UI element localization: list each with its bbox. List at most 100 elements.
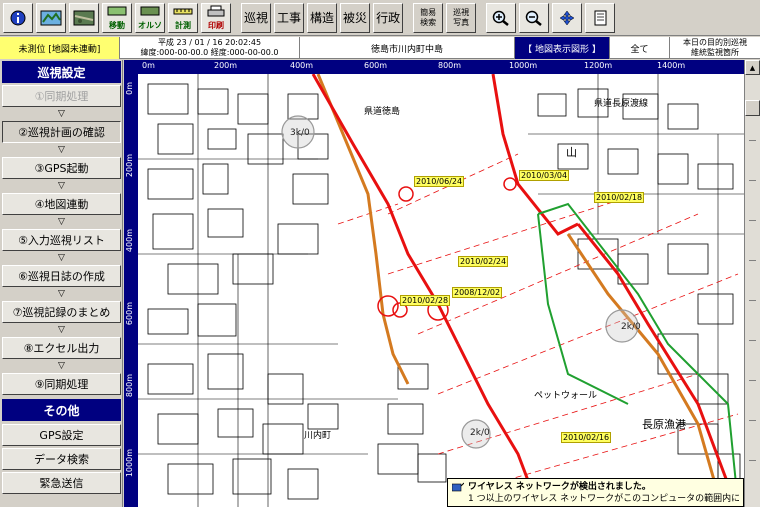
patrol-photo-label-1: 巡視	[453, 7, 470, 17]
date-label[interactable]: 2010/03/04	[519, 170, 570, 181]
sync-process-9-button[interactable]: ⑨同期処理	[2, 373, 121, 395]
map-zoom-slider[interactable]: ▲	[744, 60, 760, 507]
zoom-slider-thumb[interactable]	[745, 100, 760, 116]
ruler-x-label: 600m	[364, 61, 388, 70]
wireless-icon	[452, 482, 464, 492]
section-patrol-settings: 巡視設定	[2, 61, 121, 83]
sidebar: 巡視設定 ①同期処理 ▽ ②巡視計画の確認 ▽ ③GPS起動 ▽ ④地図連動 ▽…	[0, 60, 123, 507]
gps-status: 未測位 [地図未連動]	[0, 37, 120, 59]
measure-label: 計測	[175, 21, 191, 30]
create-patrol-diary-button[interactable]: ⑥巡視日誌の作成	[2, 265, 121, 287]
view-mode-button[interactable]: 【 地図表示図形 】	[515, 37, 610, 59]
gps-start-button[interactable]: ③GPS起動	[2, 157, 121, 179]
construction-button[interactable]: 工事	[274, 2, 305, 33]
flow-arrow: ▽	[58, 361, 65, 371]
measure-button[interactable]: 計測	[168, 2, 198, 33]
info-button[interactable]	[3, 2, 33, 33]
simple-search-label-2: 検索	[420, 17, 437, 27]
move-button[interactable]: 移動	[102, 2, 132, 33]
zoom-out-button[interactable]	[519, 2, 550, 33]
ruler-y-label: 400m	[125, 229, 134, 253]
coordinates: 緯度:000-00-00.0 経度:000-00-00.0	[140, 48, 279, 57]
date-label[interactable]: 2008/12/02	[452, 287, 503, 298]
boundary-line-2	[537, 213, 629, 405]
ortho-icon	[140, 6, 160, 16]
info-icon	[10, 10, 26, 25]
administration-button[interactable]: 行政	[373, 2, 404, 33]
ortho-button[interactable]: オルソ	[135, 2, 165, 33]
aerial-photo-icon	[73, 10, 95, 25]
patrol-button[interactable]: 巡視	[241, 2, 272, 33]
datetime-coords: 平成 23 / 01 / 16 20:02:45 緯度:000-00-00.0 …	[120, 37, 300, 59]
place-label-nagahara-port: 長原漁港	[642, 418, 686, 431]
disaster-button[interactable]: 被災	[340, 2, 371, 33]
ruler-horizontal: 0m 200m 400m 600m 800m 1000m 1200m 1400m	[124, 60, 744, 74]
kilometer-post-label: 2k/0	[621, 322, 641, 332]
input-patrol-list-button[interactable]: ⑤入力巡視リスト	[2, 229, 121, 251]
zoom-in-button[interactable]	[486, 2, 517, 33]
map-roads	[138, 74, 744, 507]
summarize-records-button[interactable]: ⑦巡視記録のまとめ	[2, 301, 121, 323]
ruler-y-label: 0m	[125, 82, 134, 95]
printer-icon	[207, 5, 225, 17]
wireless-notification[interactable]: ワイヤレス ネットワークが検出されました。 1 つ以上のワイヤレス ネットワーク…	[447, 478, 744, 507]
place-label-yama: 山	[566, 146, 577, 159]
move-label: 移動	[109, 21, 125, 30]
section-other: その他	[2, 399, 121, 421]
date-label[interactable]: 2010/02/18	[594, 192, 645, 203]
document-button[interactable]	[585, 2, 616, 33]
print-button[interactable]: 印刷	[201, 2, 231, 33]
map-link-button[interactable]: ④地図連動	[2, 193, 121, 215]
zoom-out-icon	[525, 10, 542, 26]
emergency-send-button[interactable]: 緊急送信	[2, 472, 121, 494]
date-label[interactable]: 2010/02/16	[561, 432, 612, 443]
ruler-x-label: 200m	[214, 61, 238, 70]
place-label-pref-road: 県道徳島	[364, 107, 401, 117]
filter-all-button[interactable]: 全て	[610, 37, 670, 59]
flow-arrow: ▽	[58, 181, 65, 191]
flow-arrow: ▽	[58, 217, 65, 227]
place-label-kawauchi: 川内町	[304, 431, 332, 441]
today-target-label-1: 本日の目的別巡視	[683, 38, 747, 47]
patrol-photo-button[interactable]: 巡視 写真	[446, 2, 477, 33]
zoom-in-icon	[492, 10, 509, 26]
place-label-pref-road-2: 県道長原渡線	[594, 99, 649, 109]
today-target-panel[interactable]: 本日の目的別巡視 維統監視箇所	[670, 37, 760, 59]
ruler-x-label: 1200m	[584, 61, 613, 70]
today-target-label-2: 維統監視箇所	[691, 48, 739, 57]
date-label[interactable]: 2010/02/28	[400, 295, 451, 306]
status-bar: 未測位 [地図未連動] 平成 23 / 01 / 16 20:02:45 緯度:…	[0, 37, 760, 59]
date-label[interactable]: 2010/06/24	[414, 176, 465, 187]
data-search-button[interactable]: データ検索	[2, 448, 121, 470]
ruler-y-label: 1000m	[125, 449, 134, 478]
map-canvas[interactable]	[138, 74, 744, 507]
place-label-pet-wall: ペットウォール	[534, 391, 598, 401]
address-display: 徳島市川内町中島	[300, 37, 515, 59]
gps-settings-button[interactable]: GPS設定	[2, 424, 121, 446]
datetime: 平成 23 / 01 / 16 20:02:45	[157, 38, 262, 47]
date-label[interactable]: 2010/02/24	[458, 256, 509, 267]
kilometer-post-label: 3k/0	[290, 128, 310, 138]
sync-process-1-button[interactable]: ①同期処理	[2, 85, 121, 107]
excel-export-button[interactable]: ⑧エクセル出力	[2, 337, 121, 359]
ruler-x-label: 1000m	[509, 61, 538, 70]
map-view[interactable]: 0m 200m 400m 600m 800m 1000m 1200m 1400m…	[124, 60, 744, 507]
ruler-y-label: 600m	[125, 302, 134, 326]
ruler-x-label: 800m	[438, 61, 462, 70]
flow-arrow: ▽	[58, 109, 65, 119]
ruler-x-label: 1400m	[657, 61, 686, 70]
aerial-view-button[interactable]	[69, 2, 99, 33]
ortho-label: オルソ	[138, 21, 162, 30]
check-patrol-plan-button[interactable]: ②巡視計画の確認	[2, 121, 121, 143]
notification-title: ワイヤレス ネットワークが検出されました。	[468, 482, 651, 492]
kilometer-post-label: 2k/0	[470, 428, 490, 438]
structure-button[interactable]: 構造	[307, 2, 338, 33]
simple-search-button[interactable]: 簡易 検索	[413, 2, 444, 33]
ruler-y-label: 200m	[125, 154, 134, 178]
scroll-up-button[interactable]: ▲	[745, 60, 760, 75]
pan-button[interactable]	[552, 2, 583, 33]
ruler-vertical: 0m 200m 400m 600m 800m 1000m	[124, 74, 138, 507]
ruler-x-label: 0m	[142, 61, 155, 70]
notification-body: 1 つ以上のワイヤレス ネットワークがこのコンピュータの範囲内にあ	[468, 494, 739, 504]
map-view-button[interactable]	[36, 2, 66, 33]
